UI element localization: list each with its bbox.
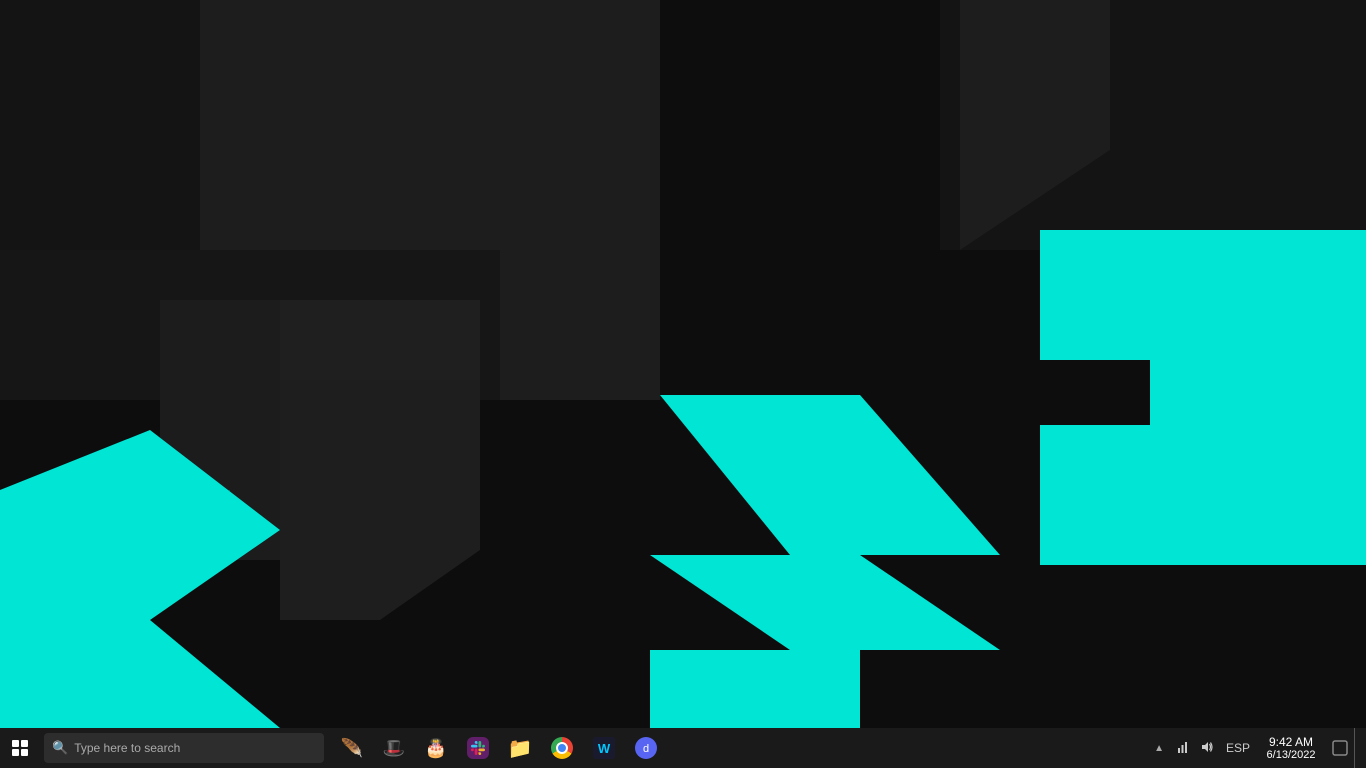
wallpaper [0,0,1366,728]
taskbar-app-cake[interactable]: 🎂 [416,728,456,768]
windows-logo-icon [12,740,28,756]
clock[interactable]: 9:42 AM 6/13/2022 [1256,728,1326,768]
taskbar-app-quill[interactable]: 🪶 [332,728,372,768]
taskbar: 🔍 Type here to search 🪶 🎩 🎂 [0,728,1366,768]
search-bar[interactable]: 🔍 Type here to search [44,733,324,763]
search-placeholder-text: Type here to search [74,741,180,755]
tray-chevron-icon: ▲ [1154,743,1164,754]
taskbar-app-winamp[interactable]: W [584,728,624,768]
taskbar-app-chrome[interactable] [542,728,582,768]
volume-icon[interactable] [1198,738,1216,759]
clock-date: 6/13/2022 [1267,749,1316,761]
winamp-icon: W [593,737,615,759]
taskbar-apps: 🪶 🎩 🎂 📁 [332,728,666,768]
svg-text:W: W [598,741,611,756]
cake-icon: 🎂 [425,738,447,759]
hat-icon: 🎩 [383,738,405,759]
discord-icon: d [635,737,657,759]
folder-icon: 📁 [508,736,533,761]
show-desktop-button[interactable] [1354,728,1362,768]
taskbar-app-slack[interactable] [458,728,498,768]
system-tray-overflow[interactable]: ▲ [1148,728,1170,768]
language-text: ESP [1226,741,1250,755]
search-icon: 🔍 [52,740,68,756]
tray-icons [1170,738,1220,759]
desktop [0,0,1366,728]
taskbar-app-explorer[interactable]: 📁 [500,728,540,768]
slack-icon [467,737,489,759]
start-button[interactable] [0,728,40,768]
network-icon[interactable] [1174,738,1192,759]
taskbar-right: ▲ ESP [1148,728,1366,768]
taskbar-app-hat[interactable]: 🎩 [374,728,414,768]
chrome-icon [551,737,573,759]
svg-text:d: d [643,743,649,755]
notification-icon[interactable] [1326,728,1354,768]
clock-time: 9:42 AM [1269,735,1313,749]
taskbar-app-discord[interactable]: d [626,728,666,768]
language-indicator[interactable]: ESP [1220,741,1256,755]
quill-icon: 🪶 [341,738,363,759]
